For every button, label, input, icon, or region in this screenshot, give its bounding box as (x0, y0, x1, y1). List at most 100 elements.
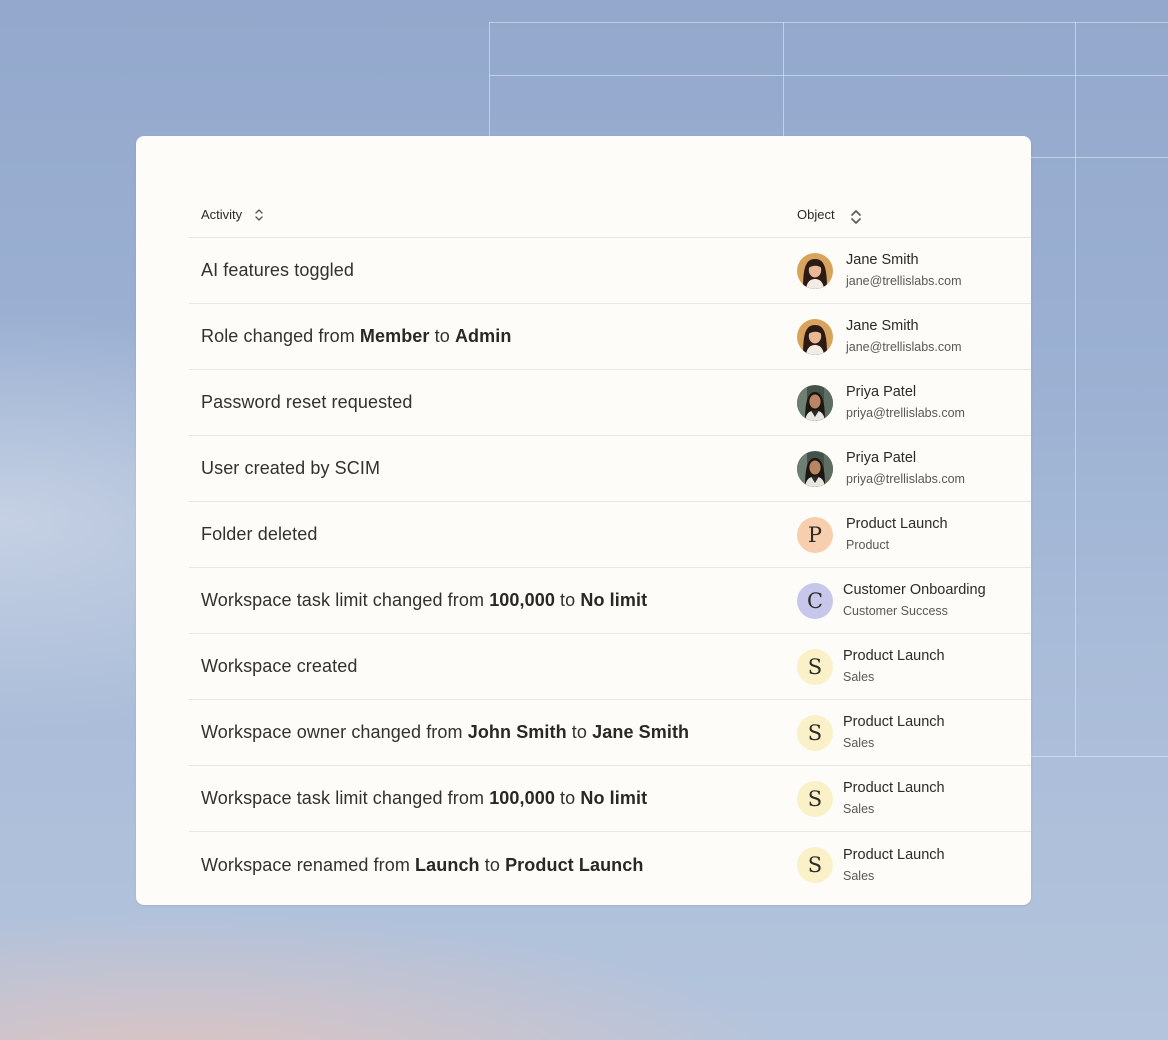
activity-value: Member (359, 326, 430, 346)
activity-segment: Workspace renamed from (201, 854, 416, 875)
object-column-header[interactable]: Object (797, 204, 1031, 226)
activity-text: Workspace created (201, 656, 357, 677)
activity-segment: Workspace owner changed from (201, 722, 468, 742)
object-subtitle: Sales (843, 868, 875, 883)
activity-header-label: Activity (201, 207, 243, 222)
table-row[interactable]: Workspace task limit changed from 100,00… (189, 766, 1031, 832)
object-info: Product Launch Sales (843, 845, 945, 886)
table-row[interactable]: Workspace renamed from Launch to Product… (189, 832, 1031, 898)
object-subtitle: Sales (843, 670, 875, 684)
object-title: Product Launch (846, 516, 948, 532)
activity-value: Jane Smith (592, 722, 690, 742)
object-title: Product Launch (843, 780, 945, 796)
object-cell[interactable]: P Product Launch Product (797, 514, 1031, 555)
audit-log-table: Activity Object AI features toggled Jane … (189, 192, 1031, 898)
object-subtitle: Sales (843, 736, 875, 750)
object-title: Priya Patel (846, 450, 917, 466)
activity-cell: User created by SCIM (189, 458, 797, 479)
object-subtitle: priya@trellislabs.com (846, 406, 965, 420)
object-info: Product Launch Sales (843, 646, 945, 687)
object-subtitle: priya@trellislabs.com (846, 472, 965, 486)
activity-value: Admin (454, 326, 512, 346)
table-row[interactable]: Workspace created S Product Launch Sales (189, 634, 1031, 700)
activity-segment: to (479, 854, 506, 875)
sort-icon[interactable] (251, 206, 267, 224)
object-title: Priya Patel (846, 384, 917, 400)
activity-cell: Workspace renamed from Launch to Product… (189, 855, 797, 876)
object-cell[interactable]: Jane Smith jane@trellislabs.com (797, 316, 1031, 357)
activity-cell: Folder deleted (189, 524, 797, 545)
activity-value: 100,000 (489, 788, 555, 808)
activity-value: Launch (415, 854, 480, 875)
activity-segment: User created by SCIM (201, 458, 381, 478)
activity-text: User created by SCIM (201, 458, 380, 479)
table-body: AI features toggled Jane Smith jane@trelli… (189, 238, 1031, 898)
activity-text: Role changed from Member to Admin (201, 326, 511, 347)
table-row[interactable]: Role changed from Member to Admin Jane Sm… (189, 304, 1031, 370)
activity-text: Folder deleted (201, 524, 317, 545)
activity-segment: Workspace task limit changed from (201, 590, 490, 610)
object-cell[interactable]: Priya Patel priya@trellislabs.com (797, 382, 1031, 423)
activity-cell: Role changed from Member to Admin (189, 326, 797, 347)
object-title: Jane Smith (846, 252, 919, 268)
object-title: Product Launch (843, 846, 945, 863)
activity-segment: Folder deleted (201, 524, 318, 544)
avatar (797, 450, 833, 487)
audit-log-card: Activity Object AI features toggled Jane … (136, 136, 1031, 905)
object-info: Product Launch Sales (843, 778, 945, 819)
activity-cell: Workspace task limit changed from 100,00… (189, 590, 797, 611)
object-info: Jane Smith jane@trellislabs.com (846, 250, 962, 291)
activity-cell: Password reset requested (189, 392, 797, 413)
workspace-avatar: P (797, 516, 833, 553)
object-info: Priya Patel priya@trellislabs.com (846, 382, 965, 423)
workspace-avatar: S (797, 648, 833, 685)
object-cell[interactable]: Jane Smith jane@trellislabs.com (797, 250, 1031, 291)
object-title: Product Launch (843, 714, 945, 730)
activity-segment: AI features toggled (201, 260, 355, 280)
object-subtitle: Product (846, 538, 890, 552)
activity-segment: to (554, 788, 581, 808)
object-cell[interactable]: S Product Launch Sales (797, 778, 1031, 819)
avatar (797, 384, 833, 421)
sort-icon[interactable] (848, 208, 864, 226)
activity-value: No limit (580, 590, 648, 610)
activity-cell: Workspace task limit changed from 100,00… (189, 788, 797, 809)
activity-column-header[interactable]: Activity (189, 206, 797, 224)
table-header: Activity Object (189, 192, 1031, 238)
object-title: Customer Onboarding (843, 582, 986, 598)
object-cell[interactable]: S Product Launch Sales (797, 646, 1031, 687)
activity-value: Product Launch (505, 854, 644, 875)
object-cell[interactable]: S Product Launch Sales (797, 712, 1031, 753)
object-subtitle: Customer Success (843, 604, 948, 618)
table-row[interactable]: Folder deleted P Product Launch Product (189, 502, 1031, 568)
table-row[interactable]: Workspace task limit changed from 100,00… (189, 568, 1031, 634)
activity-cell: Workspace created (189, 656, 797, 677)
object-cell[interactable]: C Customer Onboarding Customer Success (797, 580, 1031, 621)
table-row[interactable]: Password reset requested Priya Patel priya… (189, 370, 1031, 436)
object-subtitle: jane@trellislabs.com (846, 274, 962, 288)
table-row[interactable]: AI features toggled Jane Smith jane@trelli… (189, 238, 1031, 304)
activity-segment: Role changed from (201, 326, 360, 346)
object-info: Customer Onboarding Customer Success (843, 580, 986, 621)
object-header-label: Object (797, 207, 835, 222)
activity-segment: Workspace task limit changed from (201, 788, 490, 808)
activity-value: No limit (580, 788, 648, 808)
workspace-avatar: C (797, 582, 833, 619)
object-cell[interactable]: S Product Launch Sales (797, 845, 1031, 886)
table-row[interactable]: User created by SCIM Priya Patel priya@tre… (189, 436, 1031, 502)
activity-value: John Smith (467, 722, 567, 742)
avatar (797, 318, 833, 355)
object-subtitle: Sales (843, 802, 875, 816)
activity-segment: to (554, 590, 581, 610)
object-cell[interactable]: Priya Patel priya@trellislabs.com (797, 448, 1031, 489)
object-subtitle: jane@trellislabs.com (846, 340, 962, 354)
object-title: Product Launch (843, 648, 945, 664)
workspace-avatar: S (797, 780, 833, 817)
activity-text: Workspace task limit changed from 100,00… (201, 590, 647, 611)
activity-text: Password reset requested (201, 392, 413, 413)
activity-segment: to (429, 326, 455, 346)
object-info: Priya Patel priya@trellislabs.com (846, 448, 965, 489)
table-row[interactable]: Workspace owner changed from John Smith … (189, 700, 1031, 766)
activity-cell: Workspace owner changed from John Smith … (189, 722, 797, 743)
object-info: Jane Smith jane@trellislabs.com (846, 316, 962, 357)
